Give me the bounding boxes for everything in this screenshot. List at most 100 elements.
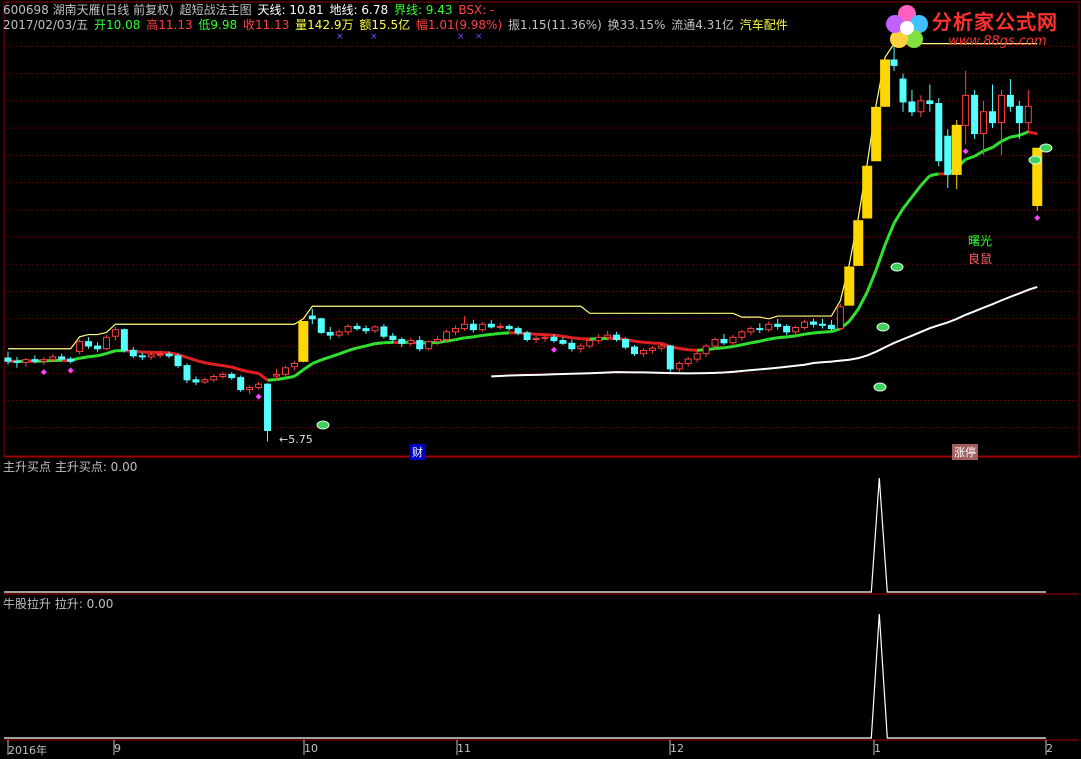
candle-body bbox=[631, 346, 638, 355]
bar-volume: 量142.9万 bbox=[295, 18, 354, 32]
ma-segment bbox=[804, 331, 814, 336]
candle-body bbox=[147, 354, 155, 358]
ma-segment bbox=[213, 362, 223, 368]
candle-body bbox=[613, 334, 621, 340]
candle-body bbox=[944, 135, 952, 175]
ma-segment bbox=[813, 330, 823, 335]
indicator-name: 超短战法主图 bbox=[179, 3, 252, 17]
candle-body bbox=[264, 383, 272, 431]
candle-body bbox=[478, 323, 486, 331]
tag-cai: 财 bbox=[410, 444, 425, 460]
lasheng-spike bbox=[4, 613, 1046, 739]
candle-body bbox=[971, 94, 979, 135]
ma-segment bbox=[856, 291, 869, 310]
ma-segment bbox=[257, 372, 269, 382]
low-price-value: 5.75 bbox=[288, 433, 313, 446]
candle-body bbox=[1015, 105, 1023, 124]
candle-body bbox=[22, 359, 30, 363]
candle-body bbox=[738, 331, 746, 338]
candle-body bbox=[237, 377, 245, 391]
xaxis-label-2016: 2016年 bbox=[8, 744, 47, 757]
candle-body bbox=[174, 355, 182, 367]
candle-body bbox=[962, 94, 970, 126]
candle-body bbox=[657, 345, 665, 349]
candle-body bbox=[622, 338, 630, 348]
candle-body bbox=[13, 360, 21, 363]
candle-body bbox=[192, 379, 200, 383]
site-logo: 分析家公式网 www.88gs.com bbox=[880, 2, 1080, 54]
candle-body bbox=[711, 338, 719, 347]
ma-segment bbox=[741, 341, 752, 347]
signal-shuguang: 曙光 bbox=[968, 234, 993, 248]
xaxis-label-oct: 10 bbox=[304, 742, 318, 755]
candle-body bbox=[729, 336, 737, 344]
candle-body bbox=[246, 386, 254, 391]
ma-segment bbox=[795, 332, 805, 338]
ma-segment bbox=[249, 370, 259, 375]
candle-body bbox=[747, 328, 755, 333]
candle-body bbox=[416, 340, 424, 350]
diamond-marker bbox=[40, 369, 47, 376]
ma-segment bbox=[97, 352, 107, 358]
candle-body bbox=[541, 336, 549, 339]
gem-icon bbox=[873, 382, 887, 392]
ma-segment bbox=[910, 184, 923, 198]
candle-body bbox=[1024, 105, 1032, 124]
bsx-value: BSX: - bbox=[458, 3, 495, 17]
candle-body bbox=[76, 341, 84, 352]
candle-body bbox=[102, 336, 110, 350]
candle-body bbox=[827, 324, 835, 330]
ma-segment bbox=[473, 333, 483, 339]
gem-icon bbox=[876, 322, 890, 332]
ma-segment bbox=[464, 335, 474, 340]
ma-segment bbox=[643, 340, 653, 345]
candle-body bbox=[586, 340, 594, 347]
ma-segment bbox=[1018, 130, 1029, 137]
candle-body bbox=[595, 336, 603, 342]
ma-segment bbox=[768, 336, 778, 341]
ma-segment bbox=[186, 356, 197, 362]
ma-segment bbox=[874, 244, 887, 271]
candle-body bbox=[49, 356, 57, 361]
header-line-2: 2017/02/03/五 开10.08 高11.13 低9.98 收11.13 … bbox=[3, 18, 790, 32]
ma-segment bbox=[759, 337, 770, 343]
jiexian-value: 界线: 9.43 bbox=[393, 3, 453, 17]
candle-body bbox=[460, 323, 468, 330]
candle-body bbox=[810, 321, 817, 325]
ma-segment bbox=[1000, 135, 1012, 143]
signal-liangshu: 良鼠 bbox=[968, 252, 993, 266]
logo-name: 分析家公式网 bbox=[932, 10, 1058, 34]
ma-segment bbox=[1010, 133, 1020, 139]
ma-segment bbox=[919, 174, 931, 187]
candle-body bbox=[720, 338, 728, 344]
ma-segment bbox=[195, 358, 206, 365]
main-panel-frame bbox=[3, 1, 1080, 457]
candle-body bbox=[568, 342, 576, 350]
candle-body bbox=[298, 321, 309, 362]
candle-body bbox=[389, 335, 397, 340]
candle-body bbox=[31, 359, 39, 362]
candle-body bbox=[452, 328, 459, 333]
candle-body bbox=[951, 124, 962, 175]
candle-body bbox=[639, 349, 647, 355]
candle-body bbox=[255, 383, 263, 388]
gem-icon bbox=[890, 262, 904, 272]
candle-body bbox=[926, 100, 934, 105]
ma-segment bbox=[267, 378, 277, 382]
candle-body bbox=[353, 325, 361, 330]
candle-body bbox=[111, 329, 119, 337]
diamond-marker bbox=[1034, 214, 1041, 221]
candle-body bbox=[980, 111, 988, 135]
candle-body bbox=[165, 353, 173, 357]
base-white-line bbox=[491, 285, 1038, 378]
candle-body bbox=[890, 59, 898, 66]
candle-body bbox=[666, 345, 674, 370]
ma-segment bbox=[285, 374, 295, 380]
ma-segment bbox=[482, 332, 492, 337]
candle-body bbox=[210, 376, 218, 381]
ma-segment bbox=[204, 361, 215, 366]
bar-change: 幅1.01(9.98%) bbox=[415, 18, 503, 32]
ma-segment bbox=[491, 331, 501, 336]
candle-body bbox=[425, 341, 433, 350]
ma-segment bbox=[105, 349, 116, 356]
